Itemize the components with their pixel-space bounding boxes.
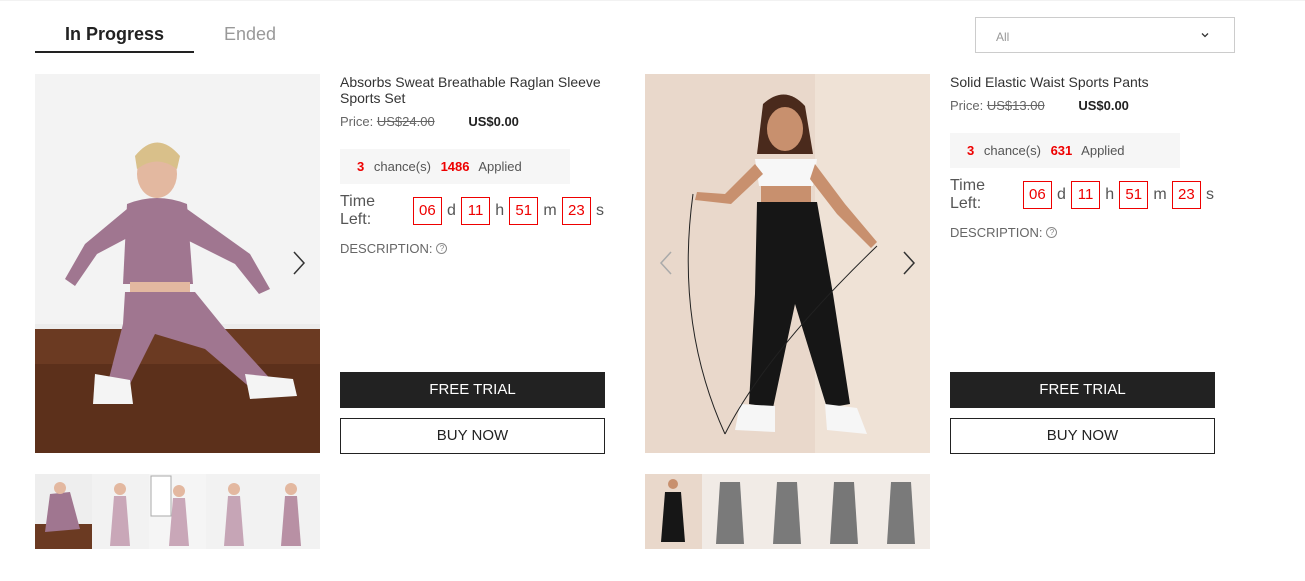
days-unit: d <box>447 202 456 219</box>
thumbnail-1[interactable] <box>645 474 702 549</box>
countdown-seconds: 23 <box>561 197 591 225</box>
hours-unit: h <box>1105 186 1115 203</box>
category-filter-select[interactable]: All <box>975 17 1235 53</box>
description-row: DESCRIPTION: ? <box>340 241 605 256</box>
thumbnail-strip <box>645 474 930 549</box>
countdown-timer: Time Left: 06 d 11 h 51 m 23 s <box>950 177 1215 212</box>
chance-label: chance(s) <box>983 143 1041 158</box>
thumbnail-2[interactable] <box>702 474 759 549</box>
thumbnail-1[interactable] <box>35 474 92 549</box>
trial-price: US$0.00 <box>468 114 519 129</box>
next-image-arrow-icon[interactable] <box>900 249 918 277</box>
applied-label: Applied <box>1081 143 1125 158</box>
thumbnail-3[interactable] <box>149 474 206 549</box>
tab-ended[interactable]: Ended <box>200 18 300 53</box>
thumbnail-5[interactable] <box>263 474 320 549</box>
thumbnail-3[interactable] <box>759 474 816 549</box>
product-main-image[interactable] <box>645 74 930 453</box>
price-row: Price: US$24.00 US$0.00 <box>340 114 605 129</box>
filter-selected-value: All <box>996 30 1010 44</box>
tab-in-progress[interactable]: In Progress <box>35 18 194 53</box>
countdown-timer: Time Left: 06 d 11 h 51 m 23 s <box>340 193 605 228</box>
countdown-days: 06 <box>412 197 443 225</box>
description-row: DESCRIPTION: ? <box>950 225 1215 240</box>
product-card: Absorbs Sweat Breathable Raglan Sleeve S… <box>35 74 615 554</box>
seconds-unit: s <box>1206 186 1214 203</box>
previous-image-arrow-icon[interactable] <box>657 249 675 277</box>
applied-label: Applied <box>478 159 522 174</box>
minutes-unit: m <box>1153 186 1167 203</box>
thumbnail-4[interactable] <box>206 474 263 549</box>
product-title[interactable]: Absorbs Sweat Breathable Raglan Sleeve S… <box>340 74 605 106</box>
time-left-label: Time Left: <box>340 193 375 228</box>
price-label: Price: <box>340 114 374 129</box>
help-icon[interactable]: ? <box>436 243 448 254</box>
product-card: Solid Elastic Waist Sports Pants Price: … <box>645 74 1225 554</box>
hours-unit: h <box>495 202 505 219</box>
price-label: Price: <box>950 98 984 113</box>
chance-count: 3 <box>357 159 365 174</box>
days-unit: d <box>1057 186 1066 203</box>
countdown-hours: 11 <box>1070 181 1101 209</box>
trial-price: US$0.00 <box>1078 98 1129 113</box>
countdown-minutes: 51 <box>1119 181 1149 209</box>
countdown-hours: 11 <box>460 197 491 225</box>
countdown-minutes: 51 <box>509 197 539 225</box>
product-info: Absorbs Sweat Breathable Raglan Sleeve S… <box>340 74 605 256</box>
chance-count: 3 <box>967 143 975 158</box>
original-price: US$24.00 <box>376 114 435 129</box>
buy-now-button[interactable]: BUY NOW <box>340 418 605 454</box>
chance-info-box: 3 chance(s) 1486 Applied <box>340 149 570 184</box>
product-title[interactable]: Solid Elastic Waist Sports Pants <box>950 74 1215 90</box>
thumbnail-strip <box>35 474 320 549</box>
applied-count: 1486 <box>440 159 470 174</box>
next-image-arrow-icon[interactable] <box>290 249 308 277</box>
minutes-unit: m <box>543 202 557 219</box>
applied-count: 631 <box>1050 143 1073 158</box>
free-trial-button[interactable]: FREE TRIAL <box>340 372 605 408</box>
top-divider <box>0 0 1305 1</box>
time-left-label: Time Left: <box>950 177 985 212</box>
original-price: US$13.00 <box>986 98 1045 113</box>
help-icon[interactable]: ? <box>1046 227 1058 238</box>
product-main-image[interactable] <box>35 74 320 453</box>
countdown-seconds: 23 <box>1171 181 1201 209</box>
chevron-down-icon <box>1201 33 1209 38</box>
description-label: DESCRIPTION: <box>950 225 1043 240</box>
seconds-unit: s <box>596 202 604 219</box>
chance-label: chance(s) <box>373 159 431 174</box>
buy-now-button[interactable]: BUY NOW <box>950 418 1215 454</box>
product-info: Solid Elastic Waist Sports Pants Price: … <box>950 74 1215 240</box>
description-label: DESCRIPTION: <box>340 241 433 256</box>
price-row: Price: US$13.00 US$0.00 <box>950 98 1215 113</box>
chance-info-box: 3 chance(s) 631 Applied <box>950 133 1180 168</box>
thumbnail-5[interactable] <box>873 474 930 549</box>
free-trial-button[interactable]: FREE TRIAL <box>950 372 1215 408</box>
thumbnail-2[interactable] <box>92 474 149 549</box>
thumbnail-4[interactable] <box>816 474 873 549</box>
countdown-days: 06 <box>1022 181 1053 209</box>
status-tabs: In Progress Ended <box>35 18 315 54</box>
